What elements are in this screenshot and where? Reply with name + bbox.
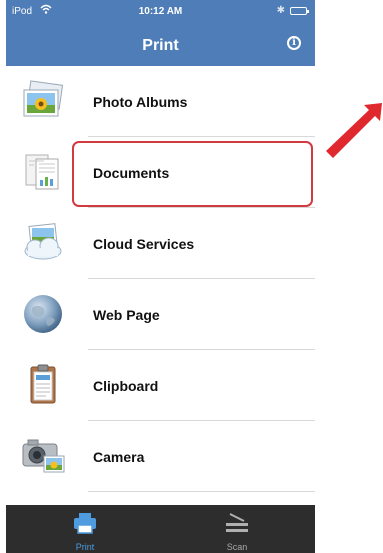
list-item-clipboard[interactable]: Clipboard bbox=[6, 350, 315, 421]
battery-icon bbox=[290, 7, 309, 15]
list-item-label: Clipboard bbox=[93, 378, 159, 394]
bluetooth-icon: ✱ bbox=[276, 5, 285, 16]
clipboard-icon bbox=[20, 363, 66, 407]
phone-screen: iPod 10:12 AM ✱ Print i Photo Albums Doc… bbox=[6, 0, 315, 553]
pointer-arrow-icon bbox=[326, 103, 382, 158]
list-item-camera[interactable]: Camera bbox=[6, 421, 315, 492]
status-time: 10:12 AM bbox=[138, 6, 183, 17]
camera-icon bbox=[20, 434, 66, 478]
navigation-bar: Print i bbox=[6, 24, 315, 66]
list-item-label: Cloud Services bbox=[93, 236, 195, 252]
list-item-label: Web Page bbox=[93, 307, 160, 323]
list-item-cloud-services[interactable]: Cloud Services bbox=[6, 208, 315, 279]
info-icon[interactable]: i bbox=[287, 36, 301, 50]
tab-scan[interactable]: Scan bbox=[202, 505, 272, 553]
print-source-list: Photo Albums Documents Cloud Services We… bbox=[6, 66, 315, 492]
list-item-label: Photo Albums bbox=[93, 94, 188, 110]
documents-icon bbox=[20, 150, 66, 194]
row-divider bbox=[88, 491, 315, 492]
list-item-label: Camera bbox=[93, 449, 145, 465]
status-bar: iPod 10:12 AM ✱ bbox=[6, 0, 315, 24]
tab-bar: Print Scan bbox=[6, 505, 315, 553]
printer-icon bbox=[72, 511, 98, 535]
tab-print[interactable]: Print bbox=[50, 505, 120, 553]
cloud-services-icon bbox=[20, 221, 66, 265]
tab-label: Print bbox=[75, 542, 95, 552]
globe-icon bbox=[20, 292, 66, 336]
page-title: Print bbox=[142, 37, 179, 54]
photo-albums-icon bbox=[20, 79, 66, 123]
list-item-web-page[interactable]: Web Page bbox=[6, 279, 315, 350]
documents-highlight-box bbox=[72, 141, 313, 207]
scanner-icon bbox=[224, 511, 250, 535]
list-item-photo-albums[interactable]: Photo Albums bbox=[6, 66, 315, 137]
tab-label: Scan bbox=[226, 542, 248, 552]
